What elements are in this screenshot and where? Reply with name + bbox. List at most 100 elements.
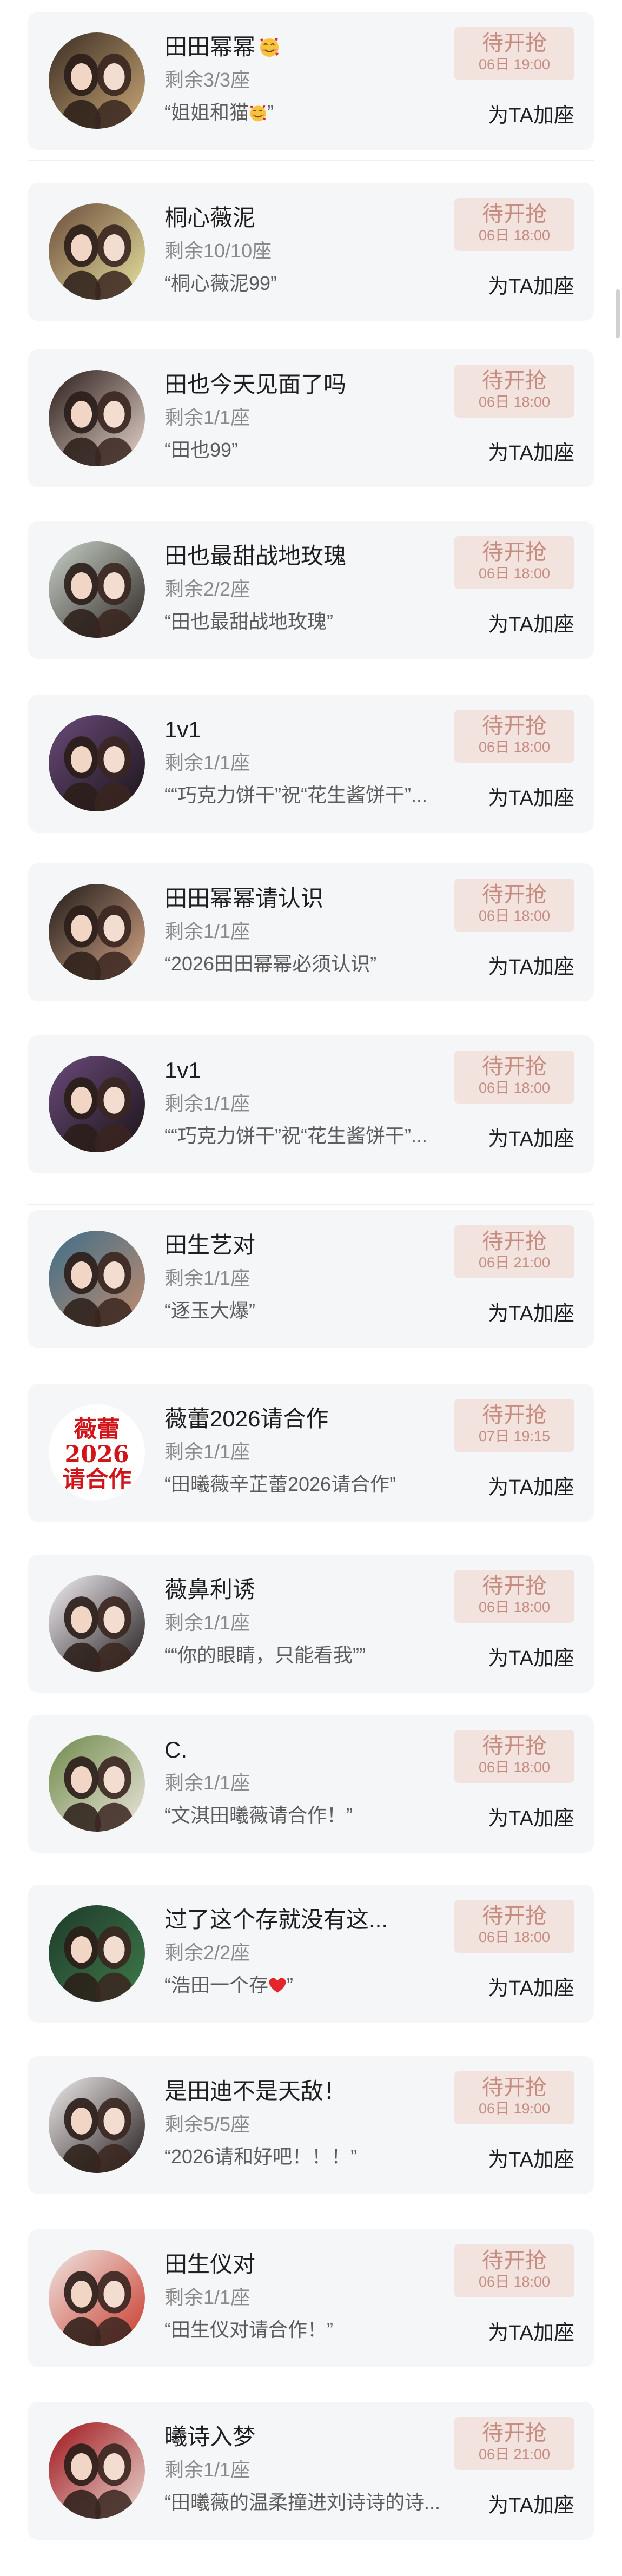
seats-remaining: 剩余1/1座 — [164, 1772, 250, 1794]
grab-button[interactable]: 待开抢 06日 18:00 — [454, 1570, 574, 1623]
room-name-text: 田生艺对 — [164, 1232, 256, 1258]
room-slogan-text: ““巧克力饼干”祝“花生酱饼干”... — [164, 1125, 427, 1147]
room-name: 1v1 — [164, 1057, 201, 1084]
grab-button[interactable]: 待开抢 06日 18:00 — [454, 1051, 574, 1104]
avatar[interactable] — [49, 2250, 145, 2346]
add-seat-link[interactable]: 为TA加座 — [488, 104, 574, 128]
add-seat-link[interactable]: 为TA加座 — [488, 955, 574, 979]
add-seat-link[interactable]: 为TA加座 — [488, 275, 574, 299]
room-name: 田田幂幂请认识 — [164, 885, 323, 912]
add-seat-link[interactable]: 为TA加座 — [488, 1647, 574, 1670]
avatar[interactable] — [49, 1735, 145, 1832]
seats-remaining: 剩余1/1座 — [164, 1441, 250, 1463]
seats-remaining: 剩余1/1座 — [164, 1092, 250, 1114]
add-seat-link[interactable]: 为TA加座 — [488, 2148, 574, 2172]
grab-button[interactable]: 待开抢 06日 18:00 — [454, 1730, 574, 1783]
avatar[interactable] — [49, 715, 145, 811]
grab-button[interactable]: 待开抢 06日 19:00 — [454, 2071, 574, 2124]
grab-start-time: 06日 21:00 — [478, 1254, 551, 1271]
room-slogan-close-quote: ” — [287, 1974, 293, 1996]
room-name-text: 田也今天见面了吗 — [164, 372, 347, 397]
grab-status-label: 待开抢 — [482, 2421, 547, 2445]
add-seat-link[interactable]: 为TA加座 — [488, 1302, 574, 1326]
room-card[interactable]: 田也今天见面了吗 剩余1/1座 “田也99” 待开抢 06日 18:00 为TA加座 — [28, 349, 594, 487]
room-card[interactable]: 田生仪对 剩余1/1座 “田生仪对请合作！” 待开抢 06日 18:00 为TA加座 — [28, 2229, 594, 2367]
avatar[interactable] — [49, 1231, 145, 1327]
room-slogan: “文淇田曦薇请合作！” — [164, 1804, 478, 1827]
room-slogan: “逐玉大爆” — [164, 1299, 478, 1323]
room-slogan: “姐姐和猫 ” — [164, 101, 478, 124]
room-name: 田生仪对 — [164, 2251, 255, 2278]
room-name-text: 薇蕾2026请合作 — [164, 1406, 329, 1431]
grab-status-label: 待开抢 — [482, 1230, 547, 1253]
grab-button[interactable]: 待开抢 06日 18:00 — [454, 2244, 574, 2297]
add-seat-link[interactable]: 为TA加座 — [488, 441, 574, 465]
avatar[interactable] — [49, 2422, 145, 2519]
grab-button[interactable]: 待开抢 06日 18:00 — [454, 536, 574, 589]
add-seat-link[interactable]: 为TA加座 — [488, 2321, 574, 2345]
room-slogan: “浩田一个存 ” — [164, 1973, 478, 1997]
avatar[interactable] — [49, 884, 145, 980]
room-card[interactable]: 过了这个存就没有这... 剩余2/2座 “浩田一个存 ” 待开抢 06日 18:00 为TA… — [28, 1885, 594, 2023]
smiling-face-with-hearts-icon — [250, 105, 266, 122]
room-name: 田田幂幂 — [164, 34, 280, 61]
room-card[interactable]: 桐心薇泥 剩余10/10座 “桐心薇泥99” 待开抢 06日 18:00 为TA加座 — [28, 183, 594, 321]
avatar[interactable] — [49, 2077, 145, 2173]
grab-status-label: 待开抢 — [482, 1403, 547, 1427]
room-card[interactable]: 薇鼻利诱 剩余1/1座 ““你的眼睛，只能看我”” 待开抢 06日 18:00 为TA加座 — [28, 1555, 594, 1693]
svg-text:薇蕾: 薇蕾 — [74, 1416, 120, 1443]
add-seat-link[interactable]: 为TA加座 — [488, 787, 574, 810]
room-card[interactable]: 田田幂幂请认识 剩余1/1座 “2026田田幂幂必须认识” 待开抢 06日 18:00 为… — [28, 863, 594, 1001]
avatar[interactable] — [49, 541, 145, 638]
grab-button[interactable]: 待开抢 07日 19:15 — [454, 1399, 574, 1452]
grab-status-label: 待开抢 — [482, 202, 547, 226]
add-seat-link[interactable]: 为TA加座 — [488, 1807, 574, 1831]
seats-remaining: 剩余1/1座 — [164, 1267, 250, 1289]
room-card[interactable]: 田生艺对剩余1/1座 “逐玉大爆” 待开抢 06日 21:00 为TA加座 — [28, 1210, 594, 1348]
grab-button[interactable]: 待开抢 06日 18:00 — [454, 710, 574, 763]
seats-remaining: 剩余1/1座 — [164, 1611, 250, 1634]
add-seat-link[interactable]: 为TA加座 — [488, 2494, 574, 2518]
room-card[interactable]: 田田幂幂剩余3/3座 “姐姐和猫 ” 待开抢 06日 19:00 为TA加座 — [28, 12, 594, 150]
room-card[interactable]: C. 剩余1/1座 “文淇田曦薇请合作！” 待开抢 06日 18:00 为TA加座 — [28, 1715, 594, 1853]
grab-button[interactable]: 待开抢 06日 18:00 — [454, 1900, 574, 1953]
add-seat-link[interactable]: 为TA加座 — [488, 1476, 574, 1500]
grab-status-label: 待开抢 — [482, 714, 547, 738]
scroll-indicator[interactable] — [616, 289, 620, 338]
avatar[interactable] — [49, 203, 145, 300]
room-name: 是田迪不是天敌！ — [164, 2078, 346, 2105]
room-name: 田生艺对 — [164, 1232, 255, 1259]
room-card[interactable]: 1v1 剩余1/1座 ““巧克力饼干”祝“花生酱饼干”... 待开抢 06日 18:00… — [28, 695, 594, 833]
seats-remaining: 剩余1/1座 — [164, 406, 250, 428]
avatar[interactable]: 薇蕾 2026 请合作 — [49, 1404, 145, 1501]
seats-remaining: 剩余3/3座 — [164, 69, 250, 91]
grab-button[interactable]: 待开抢 06日 19:00 — [454, 27, 574, 80]
room-card[interactable]: 薇蕾 2026 请合作 薇蕾2026请合作 剩余1/1座 “田曦薇辛芷蕾2026请合作” 待… — [28, 1384, 594, 1522]
red-heart-icon — [269, 1978, 286, 1993]
grab-status-label: 待开抢 — [482, 1734, 547, 1758]
add-seat-link[interactable]: 为TA加座 — [488, 1977, 574, 2000]
add-seat-link[interactable]: 为TA加座 — [488, 1127, 574, 1151]
avatar[interactable] — [49, 1905, 145, 2002]
avatar[interactable] — [49, 370, 145, 466]
room-card[interactable]: 1v1 剩余1/1座 ““巧克力饼干”祝“花生酱饼干”... 待开抢 06日 18:00… — [28, 1035, 594, 1173]
room-name-text: 1v1 — [164, 717, 201, 742]
grab-button[interactable]: 待开抢 06日 18:00 — [454, 365, 574, 418]
grab-button[interactable]: 待开抢 06日 18:00 — [454, 879, 574, 932]
avatar[interactable] — [49, 32, 145, 129]
grab-button[interactable]: 待开抢 06日 21:00 — [454, 2417, 574, 2470]
grab-button[interactable]: 待开抢 06日 21:00 — [454, 1225, 574, 1278]
room-card[interactable]: 曦诗入梦 剩余1/1座 “田曦薇的温柔撞进刘诗诗的诗... 待开抢 06日 21:00 为… — [28, 2402, 594, 2540]
room-name-text: 过了这个存就没有这... — [164, 1907, 388, 1932]
room-card[interactable]: 田也最甜战地玫瑰 剩余2/2座 “田也最甜战地玫瑰” 待开抢 06日 18:00 为TA加… — [28, 521, 594, 659]
avatar[interactable] — [49, 1056, 145, 1152]
section-divider — [28, 160, 594, 161]
add-seat-link[interactable]: 为TA加座 — [488, 613, 574, 637]
room-card[interactable]: 是田迪不是天敌！ 剩余5/5座 “2026请和好吧！！！” 待开抢 06日 19:00 为… — [28, 2056, 594, 2194]
grab-status-label: 待开抢 — [482, 31, 547, 55]
room-name: 薇蕾2026请合作 — [164, 1405, 328, 1432]
avatar[interactable] — [49, 1575, 145, 1672]
room-slogan-text: “2026请和好吧！！！” — [164, 2145, 358, 2168]
grab-button[interactable]: 待开抢 06日 18:00 — [454, 198, 574, 251]
room-slogan-text: “逐玉大爆” — [164, 1299, 255, 1322]
